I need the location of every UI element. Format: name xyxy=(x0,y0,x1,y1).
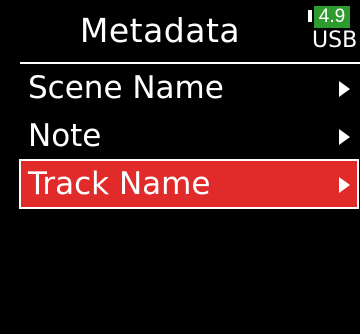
menu-item-track-name[interactable]: Track Name xyxy=(19,159,359,209)
power-source-label: USB xyxy=(312,28,358,53)
chevron-right-icon xyxy=(339,81,350,97)
menu-item-label: Scene Name xyxy=(28,70,224,106)
battery-indicator: 4.9 USB xyxy=(308,6,358,56)
chevron-right-icon xyxy=(339,129,350,145)
battery-icon xyxy=(308,10,312,22)
menu-item-note[interactable]: Note xyxy=(20,112,358,160)
metadata-menu: Scene Name Note Track Name xyxy=(19,64,359,209)
battery-voltage: 4.9 xyxy=(314,6,350,28)
menu-item-scene-name[interactable]: Scene Name xyxy=(20,64,358,112)
menu-item-label: Note xyxy=(28,118,102,154)
chevron-right-icon xyxy=(339,177,350,193)
device-screen: Metadata 4.9 USB Scene Name Note Track N… xyxy=(0,0,360,334)
menu-item-label: Track Name xyxy=(28,166,211,202)
page-title: Metadata xyxy=(79,11,241,50)
header: Metadata 4.9 USB xyxy=(0,0,360,62)
